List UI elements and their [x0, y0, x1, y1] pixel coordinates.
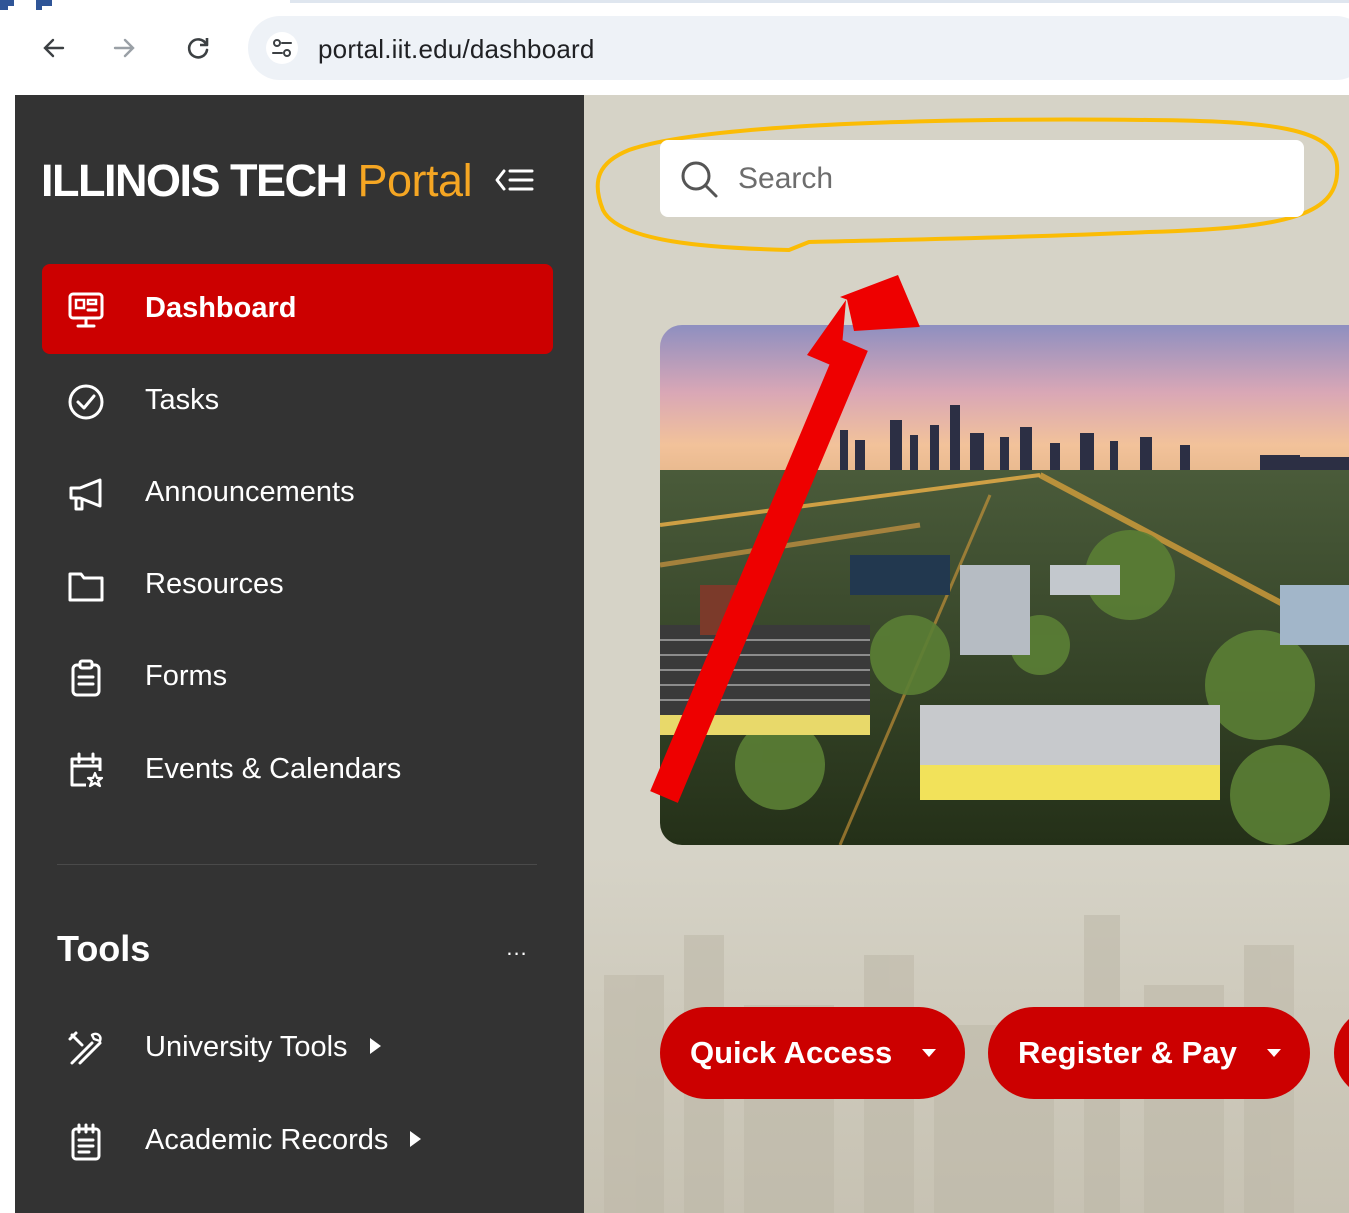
tune-icon: [272, 39, 292, 57]
sidebar-item-label: Forms: [145, 660, 228, 692]
sidebar-item-label: University Tools: [145, 1031, 348, 1063]
sidebar-item-announcements[interactable]: Announcements: [42, 448, 553, 538]
tools-more-button[interactable]: ...: [497, 935, 537, 965]
register-pay-button[interactable]: Register & Pay: [988, 1007, 1310, 1099]
sidebar-item-label: Resources: [145, 568, 284, 600]
sidebar-divider: [57, 864, 537, 865]
sidebar-item-label: Tasks: [145, 384, 220, 416]
quick-access-button[interactable]: Quick Access: [660, 1007, 965, 1099]
collapse-sidebar-button[interactable]: [493, 162, 535, 198]
dashboard-monitor-icon: [64, 288, 108, 332]
reload-button[interactable]: [180, 30, 216, 66]
sidebar-item-forms[interactable]: Forms: [42, 632, 553, 722]
sidebar-item-resources[interactable]: Resources: [42, 540, 553, 630]
tools-icon: [64, 1027, 108, 1071]
collapse-menu-icon: [495, 169, 534, 191]
megaphone-icon: [64, 472, 108, 516]
portal-logo: ILLINOIS TECH Portal: [41, 155, 473, 207]
quick-access-label: Quick Access: [690, 1035, 893, 1070]
search-bar[interactable]: [660, 140, 1304, 217]
back-button[interactable]: [36, 30, 72, 66]
address-bar[interactable]: portal.iit.edu/dashboard: [248, 16, 1349, 80]
notepad-icon: [64, 1120, 108, 1164]
campus-hero-image: [660, 325, 1349, 845]
caret-down-icon: [1266, 1049, 1281, 1057]
main-content: Quick Access Register & Pay: [584, 95, 1349, 1213]
caret-down-icon: [922, 1049, 937, 1057]
arrow-right-icon: [113, 38, 135, 58]
sidebar-item-dashboard[interactable]: Dashboard: [42, 264, 553, 354]
caret-right-icon: [369, 1038, 381, 1055]
sidebar-item-label: Academic Records: [145, 1124, 389, 1156]
brand-main: ILLINOIS TECH: [41, 155, 348, 206]
arrow-left-icon: [43, 38, 65, 58]
sidebar-item-university-tools[interactable]: University Tools: [42, 1009, 562, 1089]
tools-heading: Tools: [57, 928, 151, 969]
url-text[interactable]: portal.iit.edu/dashboard: [318, 34, 595, 65]
brand-portal: Portal: [357, 155, 473, 206]
clipboard-icon: [64, 656, 108, 700]
search-icon: [681, 161, 718, 198]
forward-button[interactable]: [106, 30, 142, 66]
reload-icon: [187, 38, 209, 59]
calendar-star-icon: [64, 749, 108, 793]
sidebar-item-label: Announcements: [145, 476, 355, 508]
sidebar-item-academic-records[interactable]: Academic Records: [42, 1102, 562, 1182]
sidebar-item-tasks[interactable]: Tasks: [42, 356, 553, 446]
tab-strip-edge: [290, 0, 1349, 3]
register-pay-label: Register & Pay: [1018, 1035, 1237, 1070]
tab-fragment: [0, 0, 52, 10]
sidebar-item-label: Events & Calendars: [145, 753, 402, 785]
sidebar-item-label-wrap: University Tools: [145, 1031, 381, 1064]
sidebar-item-events-calendars[interactable]: Events & Calendars: [42, 725, 553, 815]
sidebar-item-label-wrap: Academic Records: [145, 1124, 422, 1157]
search-input[interactable]: [736, 156, 1280, 202]
campus-aerial-photo: [660, 325, 1349, 845]
browser-toolbar: portal.iit.edu/dashboard: [0, 0, 1349, 95]
sidebar: ILLINOIS TECH Portal Dashboard Tasks Ann…: [15, 95, 584, 1213]
folder-icon: [64, 564, 108, 608]
sidebar-item-label: Dashboard: [145, 292, 297, 324]
caret-right-icon: [410, 1131, 422, 1148]
check-circle-icon: [64, 380, 108, 424]
site-info-button[interactable]: [266, 32, 298, 64]
